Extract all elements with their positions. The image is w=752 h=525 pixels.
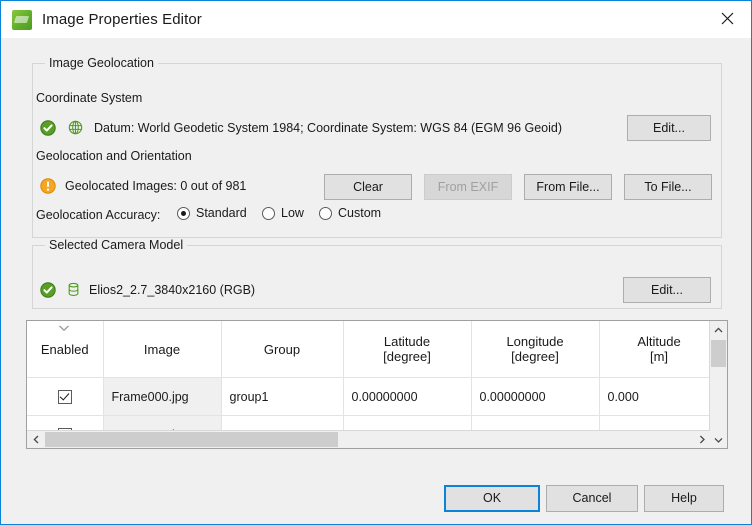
column-header-latitude-unit: [degree] [383,349,431,364]
image-geolocation-group-title: Image Geolocation [45,56,158,70]
selected-camera-model-group: Selected Camera Model [32,238,722,309]
camera-model-value: Elios2_2.7_3840x2160 (RGB) [89,283,256,297]
row-longitude-cell[interactable]: 0.00000000 [471,377,600,416]
from-exif-button[interactable]: From EXIF [424,174,512,200]
warning-circle-icon [40,178,56,194]
radio-low-indicator [262,206,275,220]
pix4d-logo-icon [12,9,32,30]
horizontal-scrollbar-thumb[interactable] [45,432,338,447]
column-header-image[interactable]: Image [103,321,222,378]
accuracy-option-custom-label: Custom [338,206,382,220]
chevron-down-icon[interactable] [58,324,70,332]
column-header-altitude[interactable]: Altitude [m] [599,321,720,378]
chevron-right-icon [699,435,705,444]
check-circle-icon [40,120,56,136]
row-group-cell[interactable]: group1 [221,377,344,416]
window-title: Image Properties Editor [42,11,202,28]
column-header-altitude-unit: [m] [649,349,669,364]
selected-camera-model-group-title: Selected Camera Model [45,238,188,252]
accuracy-option-custom[interactable]: Custom [319,206,381,220]
camera-model-edit-button[interactable]: Edit... [623,277,711,303]
database-icon [68,282,79,296]
dialog-body: Image Geolocation Coordinate System Datu… [1,38,751,524]
chevron-down-icon [714,437,723,443]
close-icon [721,12,733,24]
from-file-button[interactable]: From File... [524,174,612,200]
accuracy-option-standard-label: Standard [196,206,247,220]
accuracy-option-standard[interactable]: Standard [177,206,247,220]
table-vertical-scrollbar[interactable] [709,321,727,448]
enabled-checkbox[interactable] [57,389,72,404]
table-header-row: Enabled Image Group Latitude [degree] Lo… [27,321,720,378]
close-button[interactable] [704,1,750,35]
row-image-cell[interactable]: Frame000.jpg [103,377,222,416]
geolocated-images-value: Geolocated Images: 0 out of 981 [65,179,247,193]
scroll-up-button[interactable] [710,321,727,338]
accuracy-option-low[interactable]: Low [262,206,304,220]
column-header-latitude-label: Latitude [383,334,431,349]
column-header-group[interactable]: Group [221,321,344,378]
cancel-button[interactable]: Cancel [546,485,638,512]
radio-custom-indicator [319,206,332,220]
globe-icon [68,120,83,135]
coordinate-system-label: Coordinate System [36,91,143,105]
accuracy-option-low-label: Low [281,206,304,220]
title-bar: Image Properties Editor [1,1,751,38]
chevron-left-icon [32,435,38,444]
check-circle-icon [40,282,56,298]
clear-button[interactable]: Clear [324,174,412,200]
to-file-button[interactable]: To File... [624,174,712,200]
column-header-image-label: Image [143,341,181,357]
column-header-longitude[interactable]: Longitude [degree] [471,321,600,378]
row-enabled-cell[interactable] [27,377,104,416]
table-row[interactable]: Frame000.jpg group1 0.00000000 0.0000000… [27,377,720,416]
ok-button[interactable]: OK [444,485,540,512]
image-properties-editor-dialog: Image Properties Editor Image Geolocatio… [0,0,752,525]
geolocation-accuracy-label: Geolocation Accuracy: [36,208,161,222]
column-header-longitude-unit: [degree] [511,349,559,364]
chevron-up-icon [714,326,723,332]
column-header-longitude-label: Longitude [506,334,564,349]
scroll-down-button[interactable] [710,431,727,448]
coordinate-system-edit-button[interactable]: Edit... [627,115,711,141]
help-button[interactable]: Help [644,485,724,512]
row-altitude-cell[interactable]: 0.000 [599,377,720,416]
images-table[interactable]: Enabled Image Group Latitude [degree] Lo… [26,320,728,449]
row-latitude-cell[interactable]: 0.00000000 [343,377,472,416]
radio-standard-indicator [177,206,190,220]
scroll-left-button[interactable] [27,431,44,448]
column-header-altitude-label: Altitude [637,334,681,349]
scroll-right-button[interactable] [693,431,710,448]
column-header-group-label: Group [263,341,301,357]
geolocation-orientation-label: Geolocation and Orientation [36,149,192,163]
vertical-scrollbar-thumb[interactable] [711,340,726,367]
coordinate-system-value: Datum: World Geodetic System 1984; Coord… [94,121,563,135]
column-header-latitude[interactable]: Latitude [degree] [343,321,472,378]
column-header-enabled-label: Enabled [40,341,89,357]
table-horizontal-scrollbar[interactable] [27,430,710,448]
